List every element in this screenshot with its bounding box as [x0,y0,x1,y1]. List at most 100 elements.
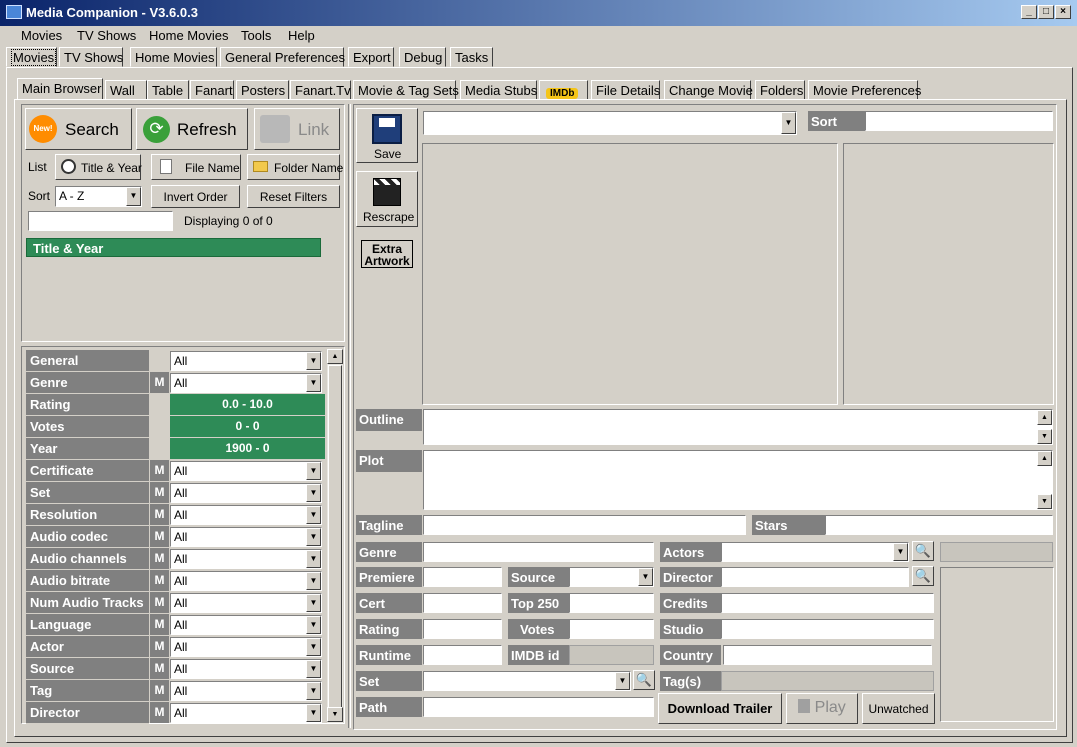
filter-multi-toggle[interactable]: M [150,592,169,613]
poster-image-area[interactable] [843,143,1054,405]
filter-multi-toggle[interactable]: M [150,636,169,657]
extra-artwork-button[interactable]: Extra Artwork [361,240,413,268]
filter-select[interactable]: All ▼ [170,373,322,393]
scroll-up-icon[interactable]: ▲ [327,349,343,364]
filter-select[interactable]: All ▼ [170,527,322,547]
tab-debug[interactable]: Debug [399,47,446,67]
tab-tv-shows[interactable]: TV Shows [59,47,123,67]
tab-home-movies[interactable]: Home Movies [130,47,217,67]
rating-input[interactable] [423,619,502,639]
actors-combo[interactable]: ▼ [721,542,909,562]
filter-select[interactable]: All ▼ [170,571,322,591]
path-input[interactable] [423,697,654,717]
sort-select[interactable]: A - Z ▼ [55,186,142,207]
search-button[interactable]: New! Search [25,108,132,150]
filter-range-slider[interactable]: 1900 - 0 [170,438,325,459]
sort-title-input[interactable] [865,111,1053,131]
actor-search-icon[interactable]: 🔍 [912,541,934,561]
tagline-input[interactable] [423,515,746,535]
tab-table[interactable]: Table [147,80,189,100]
scroll-down-icon[interactable]: ▼ [327,707,343,722]
filter-multi-toggle[interactable]: M [150,570,169,591]
filter-multi-toggle[interactable]: M [150,614,169,635]
filter-select[interactable]: All ▼ [170,483,322,503]
tab-export[interactable]: Export [348,47,394,67]
filter-multi-toggle[interactable]: M [150,680,169,701]
scroll-thumb[interactable] [328,365,342,710]
unwatched-button[interactable]: Unwatched [862,693,935,724]
scroll-down-icon[interactable]: ▼ [1037,494,1052,509]
filter-select[interactable]: All ▼ [170,615,322,635]
filter-text-input[interactable] [28,211,173,231]
top250-input[interactable] [569,593,654,613]
menu-tools[interactable]: Tools [241,28,271,43]
filter-multi-toggle[interactable]: M [150,372,169,393]
tab-folders[interactable]: Folders [755,80,805,100]
cert-input[interactable] [423,593,502,613]
studio-input[interactable] [721,619,934,639]
filter-multi-toggle[interactable]: M [150,504,169,525]
play-button[interactable]: Play [786,693,858,724]
reset-filters-button[interactable]: Reset Filters [247,185,340,208]
movie-title-combo[interactable]: ▼ [423,111,797,135]
tab-main-browser[interactable]: Main Browser [17,78,103,100]
filter-select[interactable]: All ▼ [170,681,322,701]
director-search-icon[interactable]: 🔍 [912,566,934,586]
filter-select[interactable]: All ▼ [170,593,322,613]
outline-textarea[interactable]: ▲ ▼ [423,409,1053,445]
filter-select[interactable]: All ▼ [170,549,322,569]
tab-change-movie[interactable]: Change Movie [664,80,753,100]
filter-multi-toggle[interactable]: M [150,460,169,481]
filter-multi-toggle[interactable]: M [150,658,169,679]
tab-wall[interactable]: Wall [105,80,147,100]
filter-select[interactable]: All ▼ [170,659,322,679]
filter-multi-toggle[interactable]: M [150,482,169,503]
close-button[interactable]: × [1055,5,1071,19]
runtime-input[interactable] [423,645,502,665]
tab-tasks[interactable]: Tasks [450,47,493,67]
tab-general-preferences[interactable]: General Preferences [220,47,345,67]
menu-home-movies[interactable]: Home Movies [149,28,228,43]
tab-movie-tag-sets[interactable]: Movie & Tag Sets [353,80,459,100]
link-button[interactable]: Link [254,108,340,150]
filter-select[interactable]: All ▼ [170,637,322,657]
votes-input[interactable] [569,619,654,639]
rescrape-button[interactable]: Rescrape [356,171,418,227]
menu-movies[interactable]: Movies [21,28,62,43]
source-combo[interactable]: ▼ [569,567,654,587]
tab-file-details[interactable]: File Details [591,80,660,100]
director-input[interactable] [721,567,909,587]
scroll-up-icon[interactable]: ▲ [1037,451,1052,466]
tab-imdb[interactable]: IMDb [539,80,588,100]
filter-select[interactable]: All ▼ [170,703,322,723]
tab-fanart-tv[interactable]: Fanart.Tv [290,80,351,100]
filter-select[interactable]: All ▼ [170,505,322,525]
maximize-button[interactable]: □ [1038,5,1054,19]
filter-select[interactable]: All ▼ [170,461,322,481]
scroll-up-icon[interactable]: ▲ [1037,410,1052,425]
save-button[interactable]: Save [356,108,418,163]
list-folder-name-button[interactable]: Folder Name [247,154,343,180]
filter-range-slider[interactable]: 0 - 0 [170,416,325,437]
filter-multi-toggle[interactable]: M [150,702,169,723]
menu-help[interactable]: Help [288,28,315,43]
stars-input[interactable] [825,515,1053,535]
tab-media-stubs[interactable]: Media Stubs [460,80,537,100]
filter-select[interactable]: All ▼ [170,351,322,371]
tab-posters[interactable]: Posters [236,80,289,100]
fanart-image-area[interactable] [422,143,838,405]
list-title-year-button[interactable]: Title & Year [55,154,142,180]
minimize-button[interactable]: _ [1021,5,1037,19]
credits-input[interactable] [721,593,934,613]
filter-multi-toggle[interactable]: M [150,548,169,569]
plot-textarea[interactable]: ▲ ▼ [423,450,1053,510]
genre-input[interactable] [423,542,654,562]
tab-movie-preferences[interactable]: Movie Preferences [808,80,921,100]
filter-multi-toggle[interactable]: M [150,526,169,547]
filters-scrollbar[interactable]: ▲ ▼ [327,349,343,723]
download-trailer-button[interactable]: Download Trailer [658,693,782,724]
list-file-name-button[interactable]: File Name [151,154,241,180]
tab-fanart[interactable]: Fanart [190,80,234,100]
scroll-down-icon[interactable]: ▼ [1037,429,1052,444]
premiere-input[interactable] [423,567,502,587]
